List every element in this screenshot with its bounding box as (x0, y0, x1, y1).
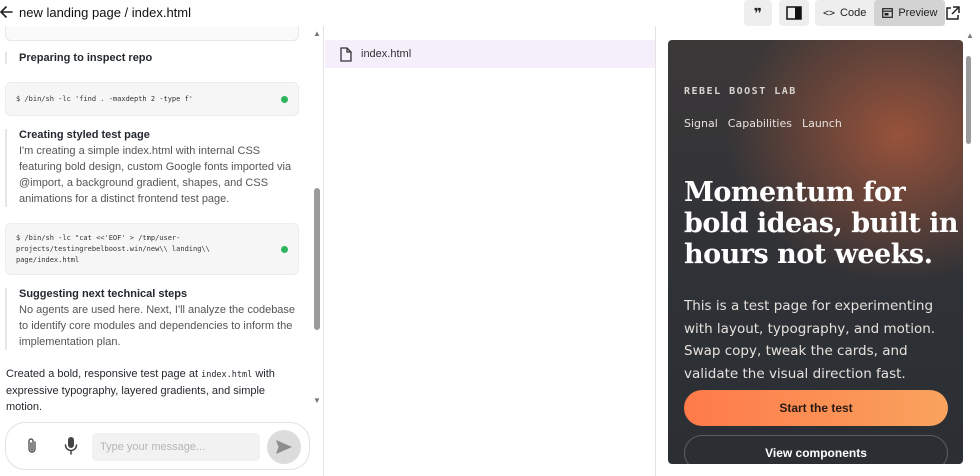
site-brand[interactable]: REBEL BOOST LAB (684, 86, 797, 97)
message-input[interactable] (92, 433, 260, 461)
step-body: I'm creating a simple index.html with in… (19, 145, 292, 205)
back-arrow-icon[interactable] (0, 3, 14, 21)
file-list-panel: index.html (325, 26, 656, 476)
chat-scrollbar-thumb[interactable] (314, 188, 320, 330)
start-test-button[interactable]: Start the test (684, 390, 948, 426)
scroll-down-arrow-icon[interactable]: ▼ (313, 396, 321, 405)
microphone-icon[interactable] (64, 436, 78, 456)
command-block[interactable]: $ /bin/sh -lc "cat <<'EOF' > /tmp/user-p… (5, 223, 299, 275)
hero-subtext: This is a test page for experimenting wi… (684, 298, 936, 382)
preview-panel: REBEL BOOST LAB Signal Capabilities Laun… (657, 26, 980, 476)
file-icon (340, 46, 352, 62)
send-icon (276, 440, 292, 454)
file-item[interactable]: index.html (325, 40, 655, 68)
code-icon: <> (823, 7, 836, 19)
file-name: index.html (361, 48, 412, 60)
site-nav: Signal Capabilities Launch (684, 117, 842, 130)
preview-frame: REBEL BOOST LAB Signal Capabilities Laun… (668, 40, 963, 464)
preview-icon (882, 8, 894, 18)
nav-link-capabilities[interactable]: Capabilities (728, 117, 792, 130)
message-composer (5, 422, 310, 470)
activity-step: Creating styled test page I'm creating a… (5, 129, 299, 207)
activity-step: Suggesting next technical steps No agent… (5, 288, 299, 350)
quote-button[interactable]: ❞ (744, 0, 772, 26)
external-link-icon (945, 5, 960, 20)
open-external-button[interactable] (940, 0, 964, 26)
tab-code-label: Code (840, 7, 867, 19)
send-button[interactable] (267, 430, 301, 464)
tab-preview[interactable]: Preview (874, 0, 946, 26)
preview-scrollbar-thumb[interactable] (966, 56, 971, 144)
tab-code[interactable]: <> Code (815, 0, 874, 26)
step-title: Preparing to inspect repo (19, 52, 153, 64)
chat-panel: Preparing to inspect repo $ /bin/sh -lc … (0, 26, 324, 476)
view-mode-switch: <> Code Preview (815, 0, 946, 26)
quote-icon: ❞ (753, 4, 763, 21)
command-block[interactable]: $ /bin/sh -lc 'find . -maxdepth 2 -type … (5, 82, 299, 116)
page-title: new landing page / index.html (19, 5, 192, 20)
collapsed-card (5, 26, 299, 41)
activity-step: Preparing to inspect repo (5, 52, 299, 64)
success-status-dot (281, 96, 288, 103)
success-status-dot (281, 246, 288, 253)
tab-preview-label: Preview (898, 7, 938, 19)
nav-link-launch[interactable]: Launch (802, 117, 842, 130)
view-components-button[interactable]: View components (684, 435, 948, 464)
step-title: Suggesting next technical steps (19, 288, 188, 300)
sidebar-layout-icon (786, 6, 802, 20)
assistant-message: Created a bold, responsive test page at … (6, 366, 290, 415)
attach-icon[interactable] (24, 437, 40, 455)
command-text: $ /bin/sh -lc "cat <<'EOF' > /tmp/user-p… (16, 233, 210, 264)
top-bar: new landing page / index.html ❞ <> Code … (0, 0, 980, 26)
scroll-up-arrow-icon[interactable]: ▲ (313, 29, 321, 38)
nav-link-signal[interactable]: Signal (684, 117, 718, 130)
preview-scroll-up-icon[interactable]: ▲ (966, 31, 974, 40)
layout-toggle-button[interactable] (779, 0, 809, 26)
message-text: Created a bold, responsive test page at (6, 368, 202, 380)
step-title: Creating styled test page (19, 129, 150, 141)
command-text: $ /bin/sh -lc 'find . -maxdepth 2 -type … (16, 94, 194, 103)
inline-code: index.html (201, 370, 253, 380)
hero-heading: Momentum for bold ideas, built in hours … (684, 177, 959, 270)
step-body: No agents are used here. Next, I'll anal… (19, 304, 296, 348)
